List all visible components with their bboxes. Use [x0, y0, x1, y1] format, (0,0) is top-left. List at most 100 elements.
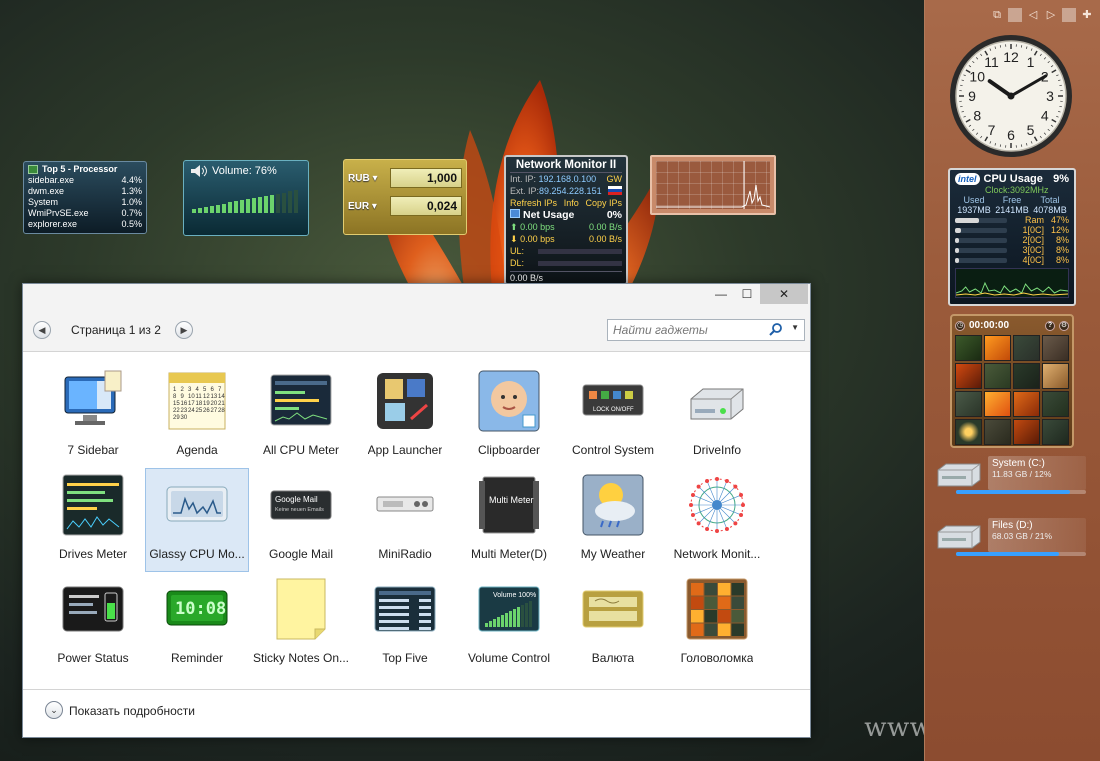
timer-icon: ◷ [955, 320, 965, 331]
puzzle-tile[interactable] [984, 335, 1011, 361]
clock-numeral: 4 [1041, 108, 1049, 124]
gadget-tile[interactable]: 7 Sidebar [41, 364, 145, 468]
gadget-tile[interactable]: Головоломка [665, 572, 769, 676]
maximize-button[interactable]: ☐ [732, 284, 762, 304]
gadget-tile[interactable]: Sticky Notes On... [249, 572, 353, 676]
puzzle-tile[interactable] [1013, 363, 1040, 389]
gadget-label: Glassy CPU Mo... [149, 547, 245, 561]
puzzle-tile[interactable] [1042, 391, 1069, 417]
svg-text:Volume 100%: Volume 100% [493, 592, 536, 599]
gadget-tile[interactable]: My Weather [561, 468, 665, 572]
currency-select-eur[interactable]: EUR ▾ [348, 201, 386, 212]
calendar-icon: 1 2 3 4 5 6 7 8 9 10 11 12 13 14 15 16 17 18 19 20 21 22 23 24 2… [165, 369, 229, 433]
speaker-icon[interactable] [189, 164, 209, 178]
mem-free: 2141MB [995, 205, 1029, 215]
cpu-history-graph [955, 268, 1069, 298]
gadget-tile[interactable]: Power Status [41, 572, 145, 676]
refresh-ips-link[interactable]: Refresh IPs [510, 197, 557, 209]
puzzle-tile[interactable] [955, 335, 982, 361]
drive-usage-bar [956, 490, 1086, 494]
drive-gadget[interactable]: System (C:) 11.83 GB / 12% [934, 456, 1086, 496]
gadget-tile[interactable]: 10:08 Reminder [145, 572, 249, 676]
volume-gadget[interactable]: Volume: 76% [183, 160, 309, 236]
previous-page-button[interactable]: ◀ [33, 321, 51, 339]
show-details-link[interactable]: Показать подробности [69, 704, 195, 718]
drive-gadget[interactable]: Files (D:) 68.03 GB / 21% [934, 518, 1086, 558]
currency-select-rub[interactable]: RUB ▾ [348, 173, 386, 184]
gadget-tile[interactable]: Glassy CPU Mo... [145, 468, 249, 572]
gadget-tile[interactable]: All CPU Meter [249, 364, 353, 468]
show-details-chevron-icon[interactable]: ⌄ [45, 701, 63, 719]
close-button[interactable]: ✕ [760, 284, 808, 304]
process-name: sidebar.exe [28, 175, 75, 185]
help-icon[interactable]: ? [1045, 320, 1055, 331]
drive-name: Files (D:) [992, 520, 1033, 531]
gadget-tile[interactable]: DriveInfo [665, 364, 769, 468]
search-dropdown-arrow-icon[interactable]: ▼ [791, 323, 799, 332]
puzzle-tile[interactable] [984, 363, 1011, 389]
glassy-cpu-icon [165, 473, 229, 537]
gadget-tile[interactable]: Валюта [561, 572, 665, 676]
puzzle-tile[interactable] [955, 391, 982, 417]
gadget-tile[interactable]: Network Monit... [665, 468, 769, 572]
gadget-tile[interactable]: LOCK ON/OFF Control System [561, 364, 665, 468]
clock-gadget[interactable]: 121234567891011 [948, 33, 1074, 159]
puzzle-tile[interactable] [955, 419, 982, 445]
clock-numeral: 8 [973, 108, 981, 124]
memory-stats: Used Free Total 1937MB 2141MB 4078MB [955, 195, 1069, 215]
search-input[interactable] [608, 320, 764, 340]
clock-numeral: 10 [969, 69, 985, 85]
core-value: 47% [1050, 215, 1069, 225]
core-label: 1[0C] [1022, 225, 1044, 235]
next-page-button[interactable]: ▶ [175, 321, 193, 339]
gadget-tile[interactable]: Clipboarder [457, 364, 561, 468]
top-five-processor-gadget[interactable]: Top 5 - Processor sidebar.exe 4.4% dwm.exe… [23, 161, 147, 234]
gadget-tile[interactable]: Top Five [353, 572, 457, 676]
volume-level-bars[interactable] [192, 189, 298, 213]
gadget-tile[interactable]: App Launcher [353, 364, 457, 468]
currency-gadget[interactable]: RUB ▾ 1,000 EUR ▾ 0,024 [343, 159, 467, 235]
network-monitor-gadget[interactable]: Network Monitor II Int. IP: 192.168.0.10… [504, 155, 628, 285]
currency-value-rub[interactable]: 1,000 [390, 168, 462, 188]
puzzle-tile[interactable] [1013, 419, 1040, 445]
puzzle-tile[interactable] [1042, 363, 1069, 389]
mem-header-total: Total [1040, 195, 1060, 205]
search-icon[interactable] [768, 322, 784, 338]
puzzle-tile[interactable] [984, 419, 1011, 445]
core-label: 3[0C] [1022, 245, 1044, 255]
puzzle-tile[interactable] [984, 391, 1011, 417]
cpu-core-row: 3[0C] 8% [955, 245, 1069, 255]
ul-label: UL: [510, 246, 525, 256]
gadget-tile[interactable]: Volume 100% Volume Control [457, 572, 561, 676]
add-icon[interactable]: ✚ [1080, 8, 1094, 22]
gadget-tile[interactable]: Google Mail Keine neuen Emails Google Mail [249, 468, 353, 572]
svg-text:30: 30 [181, 415, 188, 421]
search-box[interactable]: ▼ [607, 319, 805, 341]
puzzle-tile[interactable] [1042, 419, 1069, 445]
puzzle-tile[interactable] [1013, 391, 1040, 417]
gadget-tile[interactable]: Multi Meter Multi Meter(D) [457, 468, 561, 572]
info-link[interactable]: Info [564, 197, 579, 209]
usage-bar [955, 227, 1007, 233]
puzzle-board[interactable] [955, 335, 1069, 445]
puzzle-tile[interactable] [1042, 335, 1069, 361]
gadget-tile[interactable]: 1 2 3 4 5 6 7 8 9 10 11 12 13 14 15 16 17 18 19 20 21 22 23 24 2… [145, 364, 249, 468]
sticky-note-icon [269, 577, 333, 641]
next-icon[interactable]: ▷ [1044, 8, 1058, 22]
glassy-cpu-graph-gadget[interactable] [650, 155, 776, 215]
gadget-label: My Weather [580, 547, 646, 561]
hard-drive-icon [937, 463, 981, 487]
puzzle-gadget[interactable]: ◷ 00:00:00 ? ⚙ [950, 314, 1074, 448]
gadget-tile[interactable]: Drives Meter [41, 468, 145, 572]
gadget-tile[interactable]: MiniRadio [353, 468, 457, 572]
prev-icon[interactable]: ◁ [1026, 8, 1040, 22]
puzzle-tile[interactable] [955, 363, 982, 389]
settings-icon[interactable]: ⚙ [1059, 320, 1069, 331]
currency-value-eur[interactable]: 0,024 [390, 196, 462, 216]
copy-ips-link[interactable]: Copy IPs [585, 197, 622, 209]
puzzle-tile[interactable] [1013, 335, 1040, 361]
cpu-usage-gadget[interactable]: intel CPU Usage 9% Clock:3092MHz Used Fr… [948, 168, 1076, 306]
restore-icon[interactable]: ⧉ [990, 8, 1004, 22]
hard-drive-icon [685, 369, 749, 433]
process-row: explorer.exe 0.5% [28, 219, 142, 230]
